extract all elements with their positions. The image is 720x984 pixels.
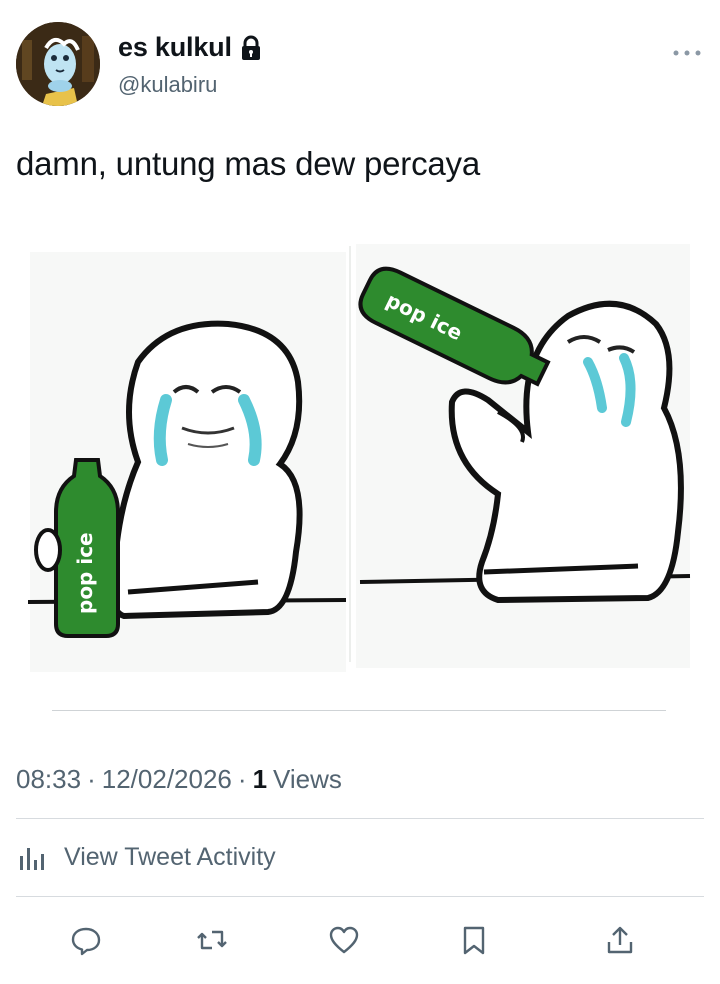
name-row: es kulkul <box>118 32 262 63</box>
avatar-image <box>16 22 100 106</box>
heart-icon <box>329 926 359 954</box>
tweet-text: damn, untung mas dew percaya <box>16 145 481 182</box>
views-count: 1 <box>252 764 268 794</box>
share-icon <box>607 926 633 954</box>
tweet-header: es kulkul @kulabiru <box>16 22 706 112</box>
meta-separator: · <box>87 764 96 794</box>
meme-image: pop ice pop ice <box>27 232 692 710</box>
divider <box>16 818 704 819</box>
views-label: Views <box>273 764 342 794</box>
tweet-media[interactable]: pop ice pop ice <box>27 232 692 710</box>
action-bar <box>0 918 720 962</box>
more-options-icon[interactable] <box>672 48 702 58</box>
reply-icon <box>71 927 101 956</box>
bookmark-icon <box>463 926 485 955</box>
reply-button[interactable] <box>64 918 108 962</box>
share-button[interactable] <box>598 918 642 962</box>
divider <box>16 896 704 897</box>
activity-label: View Tweet Activity <box>64 842 276 871</box>
bar-chart-icon <box>20 848 44 870</box>
tweet-date[interactable]: 12/02/2026 <box>102 764 232 795</box>
bookmark-button[interactable] <box>452 918 496 962</box>
handle[interactable]: @kulabiru <box>118 72 217 98</box>
tweet-meta: 08:33 · 12/02/2026 · 1 Views <box>16 764 342 795</box>
meta-separator: · <box>237 764 247 794</box>
tweet-time[interactable]: 08:33 <box>16 764 81 795</box>
like-button[interactable] <box>322 918 366 962</box>
left-bottle-label: pop ice <box>73 532 97 614</box>
view-tweet-activity-link[interactable]: View Tweet Activity <box>16 840 276 874</box>
retweet-icon <box>197 930 227 950</box>
display-name[interactable]: es kulkul <box>118 32 232 63</box>
lock-icon <box>241 35 260 60</box>
media-divider <box>52 710 666 711</box>
avatar[interactable] <box>16 22 100 106</box>
retweet-button[interactable] <box>190 918 234 962</box>
